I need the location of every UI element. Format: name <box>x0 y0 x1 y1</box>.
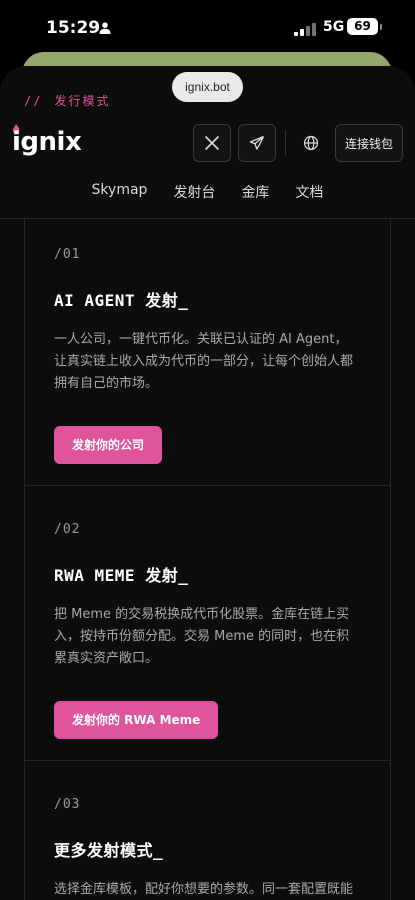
card-number: /01 <box>54 247 81 262</box>
header-divider <box>285 130 286 156</box>
logo[interactable]: ignix <box>12 127 82 157</box>
mode-slashes: // <box>24 94 43 108</box>
launch-mode-cards: /01 AI AGENT 发射_ 一人公司，一键代币化。关联已认证的 AI Ag… <box>24 219 391 900</box>
nav-item-vault[interactable]: 金库 <box>239 180 271 210</box>
launch-rwa-meme-button[interactable]: 发射你的 RWA Meme <box>54 701 219 739</box>
card-divider <box>25 760 391 761</box>
card-description: 把 Meme 的交易税换成代币化股票。金库在链上买入，按持币份额分配。交易 Me… <box>54 607 350 666</box>
person-icon <box>99 22 111 34</box>
x-logo-icon <box>205 136 219 150</box>
network-type: 5G <box>323 19 345 35</box>
card-divider <box>25 485 391 486</box>
signal-icon <box>294 22 316 36</box>
nav-item-skymap[interactable]: Skymap <box>90 180 150 210</box>
mode-tag: // 发行模式 <box>24 92 110 109</box>
launch-card-more-modes: /03 更多发射模式_ 选择金库模板，配好你想要的参数。同一套配置既能发社区代币… <box>25 797 391 900</box>
page-sheet: // 发行模式 ignix 连接钱包 Skymap 发射台 金库 文档 /01 A… <box>0 66 415 900</box>
card-title: AI AGENT 发射_ <box>54 291 189 310</box>
mode-label: 发行模式 <box>54 94 111 108</box>
connect-wallet-button[interactable]: 连接钱包 <box>335 124 403 162</box>
telegram-icon <box>249 135 265 150</box>
globe-icon <box>303 135 319 151</box>
card-description: 选择金库模板，配好你想要的参数。同一套配置既能发社区代币，也能发其他资产。 <box>54 882 354 897</box>
main-nav: Skymap 发射台 金库 文档 <box>0 180 415 210</box>
card-description: 一人公司，一键代币化。关联已认证的 AI Agent，让真实链上收入成为代币的一… <box>54 332 354 391</box>
launch-card-ai-agent: /01 AI AGENT 发射_ 一人公司，一键代币化。关联已认证的 AI Ag… <box>25 247 391 464</box>
nav-item-docs[interactable]: 文档 <box>293 180 325 210</box>
url-pill[interactable]: ignix.bot <box>172 72 243 102</box>
launch-company-button[interactable]: 发射你的公司 <box>54 426 163 464</box>
launch-card-rwa-meme: /02 RWA MEME 发射_ 把 Meme 的交易税换成代币化股票。金库在链… <box>25 522 391 739</box>
card-title: 更多发射模式_ <box>54 841 164 860</box>
card-number: /02 <box>54 522 81 537</box>
nav-item-launchpad[interactable]: 发射台 <box>171 180 217 210</box>
card-number: /03 <box>54 797 81 812</box>
battery-indicator: 69 <box>347 18 382 35</box>
x-button[interactable] <box>193 124 231 162</box>
status-time: 15:29 <box>46 18 101 38</box>
telegram-button[interactable] <box>238 124 276 162</box>
card-title: RWA MEME 发射_ <box>54 566 189 585</box>
status-bar: 15:29 5G 69 <box>0 0 415 52</box>
language-button[interactable] <box>293 124 329 162</box>
